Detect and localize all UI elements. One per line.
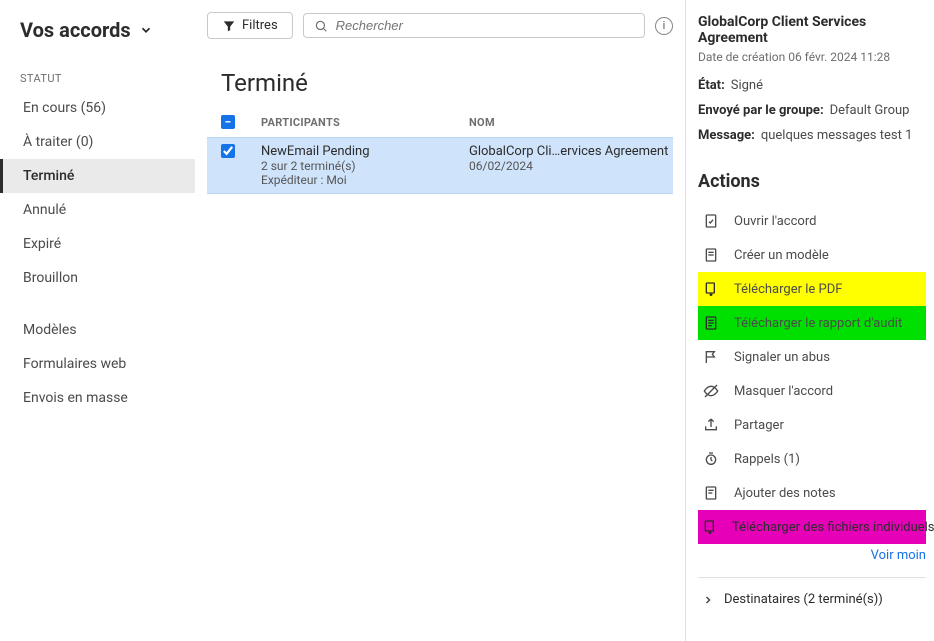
info-icon[interactable]: i xyxy=(655,17,673,35)
details-panel: GlobalCorp Client Services Agreement Dat… xyxy=(686,0,934,641)
sidebar-title-text: Vos accords xyxy=(20,18,131,42)
eye-off-icon xyxy=(702,383,720,399)
col-name[interactable]: NOM xyxy=(469,116,673,129)
audit-icon xyxy=(702,315,720,331)
header-checkbox-indeterminate[interactable]: − xyxy=(221,115,235,129)
sidebar-item-bulk-send[interactable]: Envois en masse xyxy=(0,381,195,415)
recipients-toggle[interactable]: Destinataires (2 terminé(s)) xyxy=(698,577,926,621)
download-pdf-icon xyxy=(702,281,720,297)
sidebar: Vos accords STATUT En cours (56) À trait… xyxy=(0,0,195,641)
action-download-pdf[interactable]: Télécharger le PDF xyxy=(698,272,926,306)
note-icon xyxy=(702,485,720,501)
details-message: Message:quelques messages test 1 xyxy=(698,128,926,143)
table-header: − PARTICIPANTS NOM xyxy=(207,115,673,137)
action-create-template[interactable]: Créer un modèle xyxy=(698,238,926,272)
table-row[interactable]: NewEmail Pending 2 sur 2 terminé(s) Expé… xyxy=(207,137,673,194)
action-add-notes[interactable]: Ajouter des notes xyxy=(698,476,926,510)
action-share[interactable]: Partager xyxy=(698,408,926,442)
details-state: État:Signé xyxy=(698,78,926,93)
sidebar-item-draft[interactable]: Brouillon xyxy=(0,261,195,295)
filter-icon xyxy=(222,19,236,33)
search-icon xyxy=(314,19,328,33)
row-name-line2: 06/02/2024 xyxy=(469,159,673,173)
sidebar-title[interactable]: Vos accords xyxy=(0,18,195,56)
clock-icon xyxy=(702,451,720,467)
action-report-abuse[interactable]: Signaler un abus xyxy=(698,340,926,374)
row-participant-line1: NewEmail Pending xyxy=(261,144,469,159)
see-less-link[interactable]: Voir moin xyxy=(698,544,926,577)
action-download-individual[interactable]: Télécharger des fichiers individuels (1) xyxy=(698,510,926,544)
chevron-right-icon xyxy=(702,594,714,606)
main-panel: Filtres i Terminé − PARTICIPANTS NOM New… xyxy=(195,0,686,641)
row-participant-line2: 2 sur 2 terminé(s) xyxy=(261,159,469,173)
sidebar-item-in-progress[interactable]: En cours (56) xyxy=(0,91,195,125)
details-created: Date de création 06 févr. 2024 11:28 xyxy=(698,50,926,64)
share-icon xyxy=(702,417,720,433)
sidebar-item-to-process[interactable]: À traiter (0) xyxy=(0,125,195,159)
page-title: Terminé xyxy=(207,39,673,115)
sidebar-section-label: STATUT xyxy=(0,56,195,91)
sidebar-item-completed[interactable]: Terminé xyxy=(0,159,195,193)
template-icon xyxy=(702,247,720,263)
search-box[interactable] xyxy=(303,13,645,38)
search-input[interactable] xyxy=(336,18,634,33)
sidebar-item-templates[interactable]: Modèles xyxy=(0,313,195,347)
row-participant-line3: Expéditeur : Moi xyxy=(261,173,469,187)
action-open-agreement[interactable]: Ouvrir l'accord xyxy=(698,204,926,238)
download-files-icon xyxy=(702,519,718,535)
action-reminders[interactable]: Rappels (1) xyxy=(698,442,926,476)
filters-button[interactable]: Filtres xyxy=(207,12,293,39)
row-name-line1: GlobalCorp Cli…ervices Agreement xyxy=(469,144,673,159)
action-hide-agreement[interactable]: Masquer l'accord xyxy=(698,374,926,408)
action-download-audit[interactable]: Télécharger le rapport d'audit xyxy=(698,306,926,340)
sidebar-item-webforms[interactable]: Formulaires web xyxy=(0,347,195,381)
filters-label: Filtres xyxy=(242,18,278,33)
chevron-down-icon xyxy=(139,23,153,37)
actions-title: Actions xyxy=(698,171,926,192)
recipients-label: Destinataires (2 terminé(s)) xyxy=(724,592,883,607)
row-checkbox[interactable] xyxy=(221,144,235,158)
col-participants[interactable]: PARTICIPANTS xyxy=(261,116,469,129)
details-sent-by: Envoyé par le groupe:Default Group xyxy=(698,103,926,118)
open-icon xyxy=(702,213,720,229)
toolbar: Filtres i xyxy=(207,12,673,39)
flag-icon xyxy=(702,349,720,365)
details-title: GlobalCorp Client Services Agreement xyxy=(698,14,926,46)
sidebar-item-expired[interactable]: Expiré xyxy=(0,227,195,261)
sidebar-item-cancelled[interactable]: Annulé xyxy=(0,193,195,227)
